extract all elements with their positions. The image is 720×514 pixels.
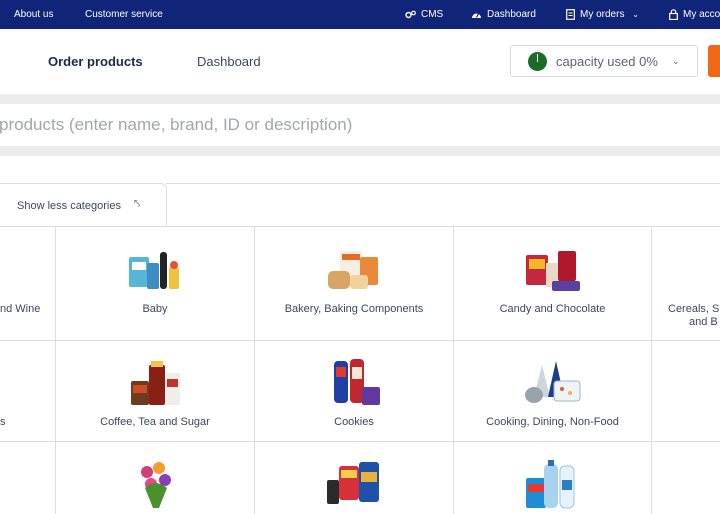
category-tile-wine[interactable]: nd Wine bbox=[0, 227, 56, 341]
coffee-products-image bbox=[131, 361, 180, 405]
cms-link[interactable]: CMS bbox=[405, 0, 443, 29]
about-us-link[interactable]: About us bbox=[14, 0, 53, 29]
cookware-products-image bbox=[524, 361, 580, 403]
cart-button[interactable] bbox=[708, 45, 720, 77]
customer-service-link[interactable]: Customer service bbox=[85, 0, 163, 29]
category-tile-baby[interactable]: Baby bbox=[56, 227, 255, 341]
bakery-products-image bbox=[328, 251, 378, 289]
category-tile-row3-e[interactable] bbox=[652, 442, 720, 514]
tab-dashboard[interactable]: Dashboard bbox=[197, 54, 261, 69]
category-toggle-tab[interactable]: Show less categories ⤣ bbox=[0, 183, 167, 227]
chevron-down-icon: ⌄ bbox=[632, 10, 639, 19]
category-tile-cooking[interactable]: Cooking, Dining, Non-Food bbox=[454, 341, 652, 442]
category-tile-bakery[interactable]: Bakery, Baking Components bbox=[255, 227, 454, 341]
my-orders-dropdown[interactable]: My orders ⌄ bbox=[566, 0, 639, 29]
speedometer-icon bbox=[472, 13, 481, 18]
document-icon bbox=[566, 9, 575, 20]
category-tile-cereals[interactable]: Cereals, S and B bbox=[652, 227, 720, 341]
flowers-image bbox=[141, 462, 171, 508]
category-tile-cleaning[interactable] bbox=[454, 442, 652, 514]
category-tile-flowers[interactable] bbox=[56, 442, 255, 514]
search-placeholder: products (enter name, brand, ID or descr… bbox=[0, 115, 353, 134]
capacity-indicator-icon bbox=[528, 52, 547, 71]
gears-icon bbox=[405, 10, 416, 18]
category-tile-row3-a[interactable] bbox=[0, 442, 56, 514]
category-tile-partial[interactable]: s bbox=[0, 341, 56, 442]
divider bbox=[166, 183, 720, 184]
category-tile-hidden[interactable] bbox=[652, 341, 720, 442]
my-account-link[interactable]: My acco bbox=[669, 0, 720, 29]
dashboard-link[interactable]: Dashboard bbox=[471, 0, 536, 29]
category-tile-cookies[interactable]: Cookies bbox=[255, 341, 454, 442]
capacity-label: capacity used 0% bbox=[556, 54, 658, 69]
capacity-dropdown[interactable]: capacity used 0% ⌄ bbox=[510, 45, 698, 77]
category-tile-coffee[interactable]: Coffee, Tea and Sugar bbox=[56, 341, 255, 442]
lock-icon bbox=[669, 9, 678, 20]
category-tile-snacks[interactable] bbox=[255, 442, 454, 514]
tab-order-products[interactable]: Order products bbox=[48, 54, 143, 69]
cleaning-products-image bbox=[525, 460, 574, 509]
candy-products-image bbox=[525, 251, 580, 291]
cookies-products-image bbox=[334, 359, 380, 405]
show-less-categories-label: Show less categories bbox=[17, 200, 121, 212]
search-input[interactable]: products (enter name, brand, ID or descr… bbox=[0, 104, 720, 146]
baby-products-image bbox=[129, 252, 179, 289]
collapse-icon: ⤣ bbox=[134, 198, 141, 210]
category-tile-candy[interactable]: Candy and Chocolate bbox=[454, 227, 652, 341]
chevron-down-icon: ⌄ bbox=[672, 56, 680, 66]
top-navigation-bar: About us Customer service CMS Dashboard … bbox=[0, 0, 720, 29]
category-grid: nd Wine Baby Bakery, Baking Components C… bbox=[0, 226, 720, 514]
snack-products-image bbox=[327, 462, 379, 504]
